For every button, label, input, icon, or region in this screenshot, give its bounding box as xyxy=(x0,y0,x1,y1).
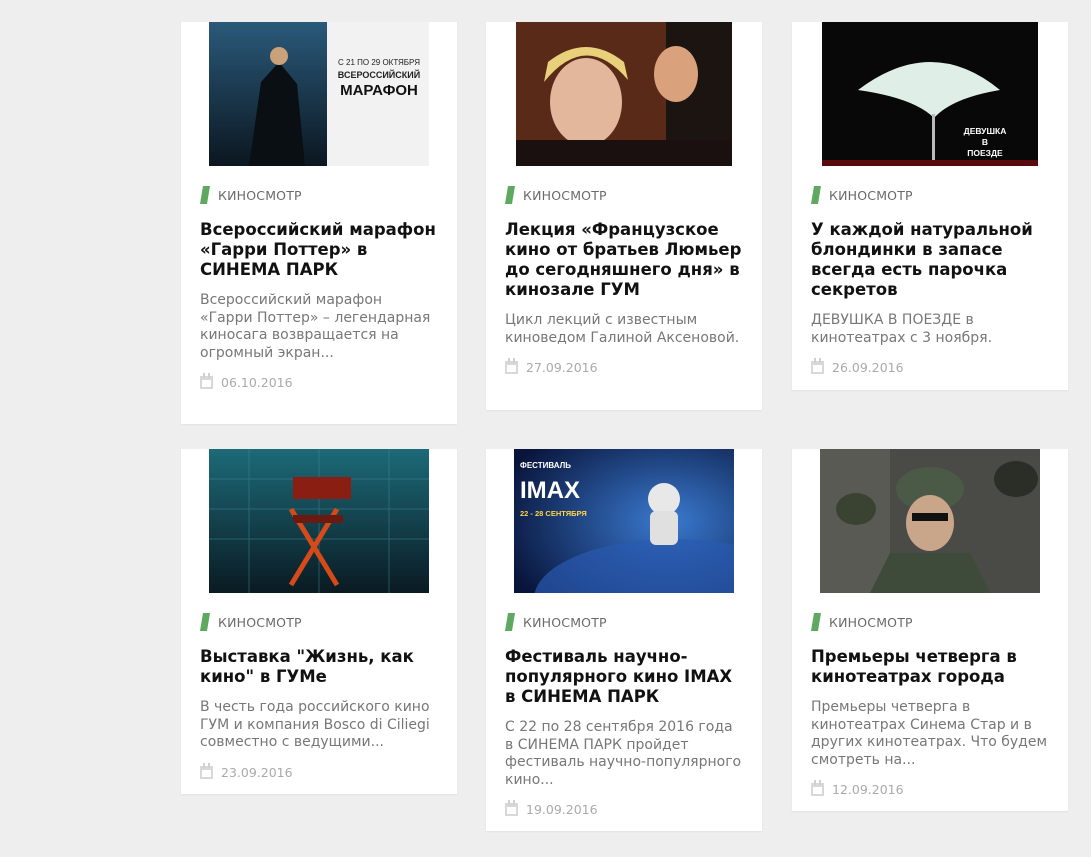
date-label: 27.09.2016 xyxy=(526,360,598,375)
article-description: Цикл лекций с известным киноведом Галино… xyxy=(505,312,740,346)
article-date: 06.10.2016 xyxy=(200,373,438,390)
category-label: КИНОСМОТР xyxy=(218,614,302,630)
calendar-icon xyxy=(200,762,213,779)
article-image[interactable] xyxy=(209,449,429,593)
article-title[interactable]: Лекция «Французское кино от братьев Люмь… xyxy=(505,220,743,300)
article-description: ДЕВУШКА В ПОЕЗДЕ в кинотеатрах с 3 ноябр… xyxy=(811,312,993,346)
calendar-icon xyxy=(505,800,518,816)
article-card[interactable]: ФЕСТИВАЛЬ IMAX 22 - 28 СЕНТЯБРЯ КИНОСМОТ… xyxy=(486,449,762,831)
poster-festival: ФЕСТИВАЛЬ xyxy=(520,461,571,470)
category-flag-icon xyxy=(505,613,515,631)
article-card[interactable]: С 21 ПО 29 ОКТЯБРЯ ВСЕРОССИЙСКИЙ МАРАФОН… xyxy=(181,22,457,424)
poster-title: МАРАФОН xyxy=(340,82,418,99)
article-title[interactable]: Фестиваль научно-популярного кино IMAX в… xyxy=(505,647,743,707)
article-date: 19.09.2016 xyxy=(505,800,743,817)
poster-subtitle: ВСЕРОССИЙСКИЙ xyxy=(337,70,421,80)
poster-title-line1: ДЕВУШКА xyxy=(963,126,1007,136)
poster-dates: С 21 ПО 29 ОКТЯБРЯ xyxy=(338,58,420,67)
calendar-icon xyxy=(200,373,213,389)
article-description: Всероссийский марафон «Гарри Поттер» – л… xyxy=(200,292,431,361)
category-flag-icon xyxy=(200,186,210,204)
poster-dates: 22 - 28 СЕНТЯБРЯ xyxy=(520,509,587,518)
article-card[interactable]: ДЕВУШКА В ПОЕЗДЕ КИНОСМОТР У каждой нату… xyxy=(792,22,1068,390)
calendar-icon xyxy=(811,780,824,796)
article-image[interactable]: С 21 ПО 29 ОКТЯБРЯ ВСЕРОССИЙСКИЙ МАРАФОН xyxy=(209,22,429,166)
date-label: 23.09.2016 xyxy=(221,764,293,780)
article-card[interactable]: КИНОСМОТР Премьеры четверга в кинотеатра… xyxy=(792,449,1068,811)
article-date: 27.09.2016 xyxy=(505,358,743,375)
category-flag-icon xyxy=(811,186,821,204)
poster-imax: IMAX xyxy=(520,477,580,504)
article-description: Премьеры четверга в кинотеатрах Синема С… xyxy=(811,699,1048,768)
date-label: 26.09.2016 xyxy=(832,360,904,375)
category-flag-icon xyxy=(811,613,821,631)
article-image[interactable]: ФЕСТИВАЛЬ IMAX 22 - 28 СЕНТЯБРЯ xyxy=(514,449,734,593)
article-card[interactable]: КИНОСМОТР Выставка "Жизнь, как кино" в Г… xyxy=(181,449,457,794)
article-image[interactable]: ДЕВУШКА В ПОЕЗДЕ xyxy=(822,22,1038,166)
article-date: 23.09.2016 xyxy=(200,762,438,780)
article-image[interactable] xyxy=(820,449,1040,593)
category-label: КИНОСМОТР xyxy=(218,187,302,203)
category-tag[interactable]: КИНОСМОТР xyxy=(811,186,1049,204)
photo-art xyxy=(516,22,732,166)
category-flag-icon xyxy=(505,186,515,204)
article-description: С 22 по 28 сентября 2016 года в СИНЕМА П… xyxy=(505,719,742,788)
category-flag-icon xyxy=(200,613,210,631)
category-label: КИНОСМОТР xyxy=(523,614,607,630)
category-tag[interactable]: КИНОСМОТР xyxy=(505,613,743,631)
category-tag[interactable]: КИНОСМОТР xyxy=(200,186,438,204)
category-label: КИНОСМОТР xyxy=(829,187,913,203)
article-description: В честь года российского кино ГУМ и комп… xyxy=(200,699,430,750)
article-date: 12.09.2016 xyxy=(811,780,1049,797)
article-title[interactable]: Премьеры четверга в кинотеатрах города xyxy=(811,647,1049,687)
date-label: 12.09.2016 xyxy=(832,782,904,797)
article-image[interactable] xyxy=(516,22,732,166)
poster-title-line2: В xyxy=(981,137,989,147)
calendar-icon xyxy=(811,358,824,374)
article-title[interactable]: Выставка "Жизнь, как кино" в ГУМе xyxy=(200,647,438,687)
poster-title-line3: ПОЕЗДЕ xyxy=(967,148,1003,158)
category-label: КИНОСМОТР xyxy=(523,187,607,203)
calendar-icon xyxy=(505,358,518,374)
article-title[interactable]: Всероссийский марафон «Гарри Поттер» в С… xyxy=(200,220,438,280)
poster-art xyxy=(514,449,734,593)
category-tag[interactable]: КИНОСМОТР xyxy=(505,186,743,204)
category-label: КИНОСМОТР xyxy=(829,614,913,630)
date-label: 06.10.2016 xyxy=(221,375,293,390)
article-title[interactable]: У каждой натуральной блондинки в запасе … xyxy=(811,220,1049,300)
category-tag[interactable]: КИНОСМОТР xyxy=(811,613,1049,631)
article-date: 26.09.2016 xyxy=(811,358,1049,375)
photo-art xyxy=(820,449,1040,593)
category-tag[interactable]: КИНОСМОТР xyxy=(200,613,438,631)
date-label: 19.09.2016 xyxy=(526,802,598,817)
photo-art xyxy=(209,449,429,593)
article-card[interactable]: КИНОСМОТР Лекция «Французское кино от бр… xyxy=(486,22,762,410)
